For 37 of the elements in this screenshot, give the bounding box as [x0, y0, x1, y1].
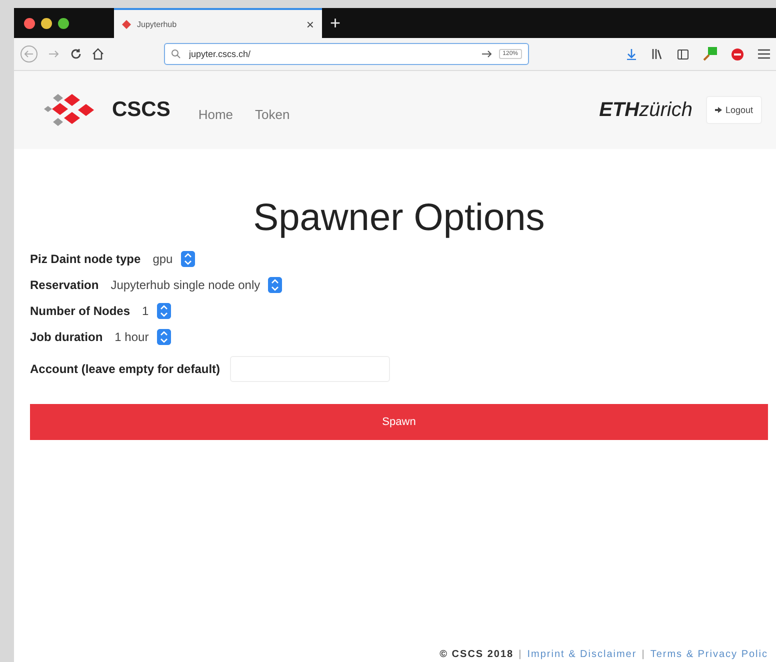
nav-link[interactable]: Token — [255, 106, 290, 122]
stepper-arrows-icon — [268, 277, 282, 293]
field-label: Number of Nodes — [30, 304, 130, 318]
search-icon — [171, 49, 181, 59]
page-title: Spawner Options — [252, 197, 546, 240]
sign-out-icon — [715, 107, 722, 113]
jupyter-logo-icon — [122, 20, 131, 28]
footer-separator: | — [518, 649, 522, 660]
extension-icon[interactable] — [703, 47, 717, 61]
close-tab-icon[interactable]: × — [306, 16, 314, 32]
close-window-dot[interactable] — [24, 18, 35, 28]
zoom-window-dot[interactable] — [58, 18, 69, 28]
stop-sign-icon[interactable] — [731, 48, 744, 60]
menu-icon[interactable] — [758, 49, 770, 59]
stepper-arrows-icon — [156, 329, 171, 345]
reload-icon[interactable] — [70, 48, 82, 60]
stepper-arrows-icon — [156, 303, 171, 319]
stepper-arrows-icon — [180, 251, 195, 267]
sidebar-icon[interactable] — [677, 48, 689, 60]
new-tab-button[interactable]: + — [322, 8, 349, 38]
minimize-window-dot[interactable] — [41, 18, 52, 28]
field-label: Reservation — [30, 278, 99, 292]
go-arrow-icon[interactable] — [480, 49, 493, 59]
eth-zurich-logo: ETHzürich — [599, 98, 692, 122]
library-icon[interactable] — [651, 48, 663, 60]
field-label: Job duration — [30, 330, 103, 344]
logo-text: CSCS — [112, 98, 170, 122]
spawn-button[interactable]: Spawn — [30, 404, 768, 440]
field-label: Piz Daint node type — [30, 252, 141, 266]
browser-tab[interactable]: Jupyterhub × — [114, 8, 322, 38]
copyright-text: © CSCS 2018 — [440, 649, 514, 660]
footer-separator: | — [642, 649, 646, 660]
download-icon[interactable] — [626, 48, 637, 60]
nav-link[interactable]: Home — [198, 106, 234, 122]
field-label: Account (leave empty for default) — [30, 362, 220, 376]
home-icon[interactable] — [92, 48, 104, 60]
logout-button[interactable]: Logout — [706, 96, 762, 124]
